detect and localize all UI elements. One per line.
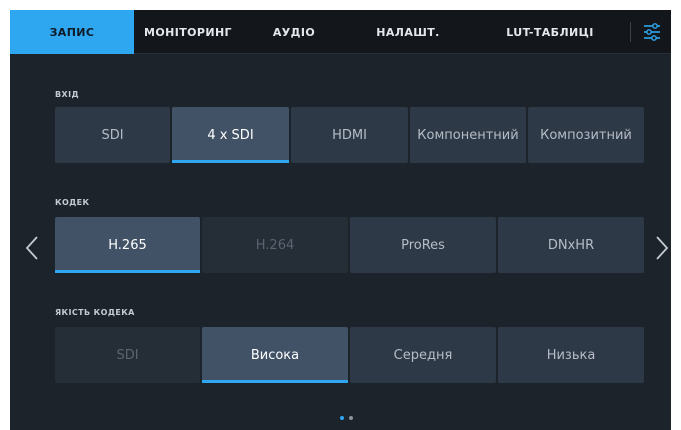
quality-option-sdi: SDI bbox=[55, 327, 200, 383]
next-page-button[interactable] bbox=[650, 228, 674, 268]
codec-option-dnxhr[interactable]: DNxHR bbox=[498, 217, 644, 273]
option-label: Компонентний bbox=[417, 127, 519, 143]
selected-indicator bbox=[172, 160, 289, 163]
chevron-right-icon bbox=[656, 236, 669, 260]
selected-indicator bbox=[202, 380, 348, 383]
codec-option-prores[interactable]: ProRes bbox=[350, 217, 496, 273]
sliders-icon bbox=[644, 23, 660, 41]
option-label: DNxHR bbox=[547, 237, 595, 253]
option-label: HDMI bbox=[332, 127, 367, 143]
option-label: SDI bbox=[101, 127, 124, 143]
selected-indicator bbox=[55, 270, 200, 273]
quality-option-high[interactable]: Висока bbox=[202, 327, 348, 383]
quality-section-label: ЯКІСТЬ КОДЕКА bbox=[55, 308, 135, 317]
option-label: SDI bbox=[116, 347, 139, 363]
tab-lut[interactable]: LUT-ТАБЛИЦІ bbox=[470, 10, 630, 54]
option-label: Висока bbox=[250, 347, 300, 363]
quality-option-medium[interactable]: Середня bbox=[350, 327, 496, 383]
option-label: Низька bbox=[546, 347, 596, 363]
input-option-composite[interactable]: Композитний bbox=[528, 107, 644, 163]
codec-section-label: КОДЕК bbox=[55, 198, 90, 207]
previous-page-button[interactable] bbox=[20, 228, 44, 268]
recording-settings-panel: ЗАПИС МОНІТОРИНГ АУДІО НАЛАШТ. LUT-ТАБЛИ… bbox=[10, 10, 671, 430]
input-option-hdmi[interactable]: HDMI bbox=[291, 107, 408, 163]
tab-monitoring[interactable]: МОНІТОРИНГ bbox=[134, 10, 242, 54]
settings-button[interactable] bbox=[633, 10, 671, 54]
option-label: H.264 bbox=[255, 237, 295, 253]
page-dot-1[interactable] bbox=[340, 416, 344, 420]
option-label: 4 x SDI bbox=[207, 127, 254, 143]
codec-option-h265[interactable]: H.265 bbox=[55, 217, 200, 273]
page-dot-2[interactable] bbox=[349, 416, 353, 420]
option-label: Композитний bbox=[540, 127, 632, 143]
option-label: Середня bbox=[393, 347, 453, 363]
tab-divider bbox=[630, 22, 631, 42]
chevron-left-icon bbox=[25, 236, 38, 260]
tab-audio[interactable]: АУДІО bbox=[242, 10, 346, 54]
tab-setup[interactable]: НАЛАШТ. bbox=[346, 10, 470, 54]
tab-record[interactable]: ЗАПИС bbox=[10, 10, 134, 54]
page-indicator bbox=[340, 416, 353, 420]
tab-bar: ЗАПИС МОНІТОРИНГ АУДІО НАЛАШТ. LUT-ТАБЛИ… bbox=[10, 10, 671, 54]
quality-option-low[interactable]: Низька bbox=[498, 327, 644, 383]
input-section-label: ВХІД bbox=[55, 90, 79, 99]
option-label: ProRes bbox=[401, 237, 445, 253]
option-label: H.265 bbox=[108, 237, 147, 253]
input-option-4x-sdi[interactable]: 4 x SDI bbox=[172, 107, 289, 163]
input-option-component[interactable]: Компонентний bbox=[410, 107, 526, 163]
input-option-sdi[interactable]: SDI bbox=[55, 107, 170, 163]
codec-option-h264: H.264 bbox=[202, 217, 348, 273]
